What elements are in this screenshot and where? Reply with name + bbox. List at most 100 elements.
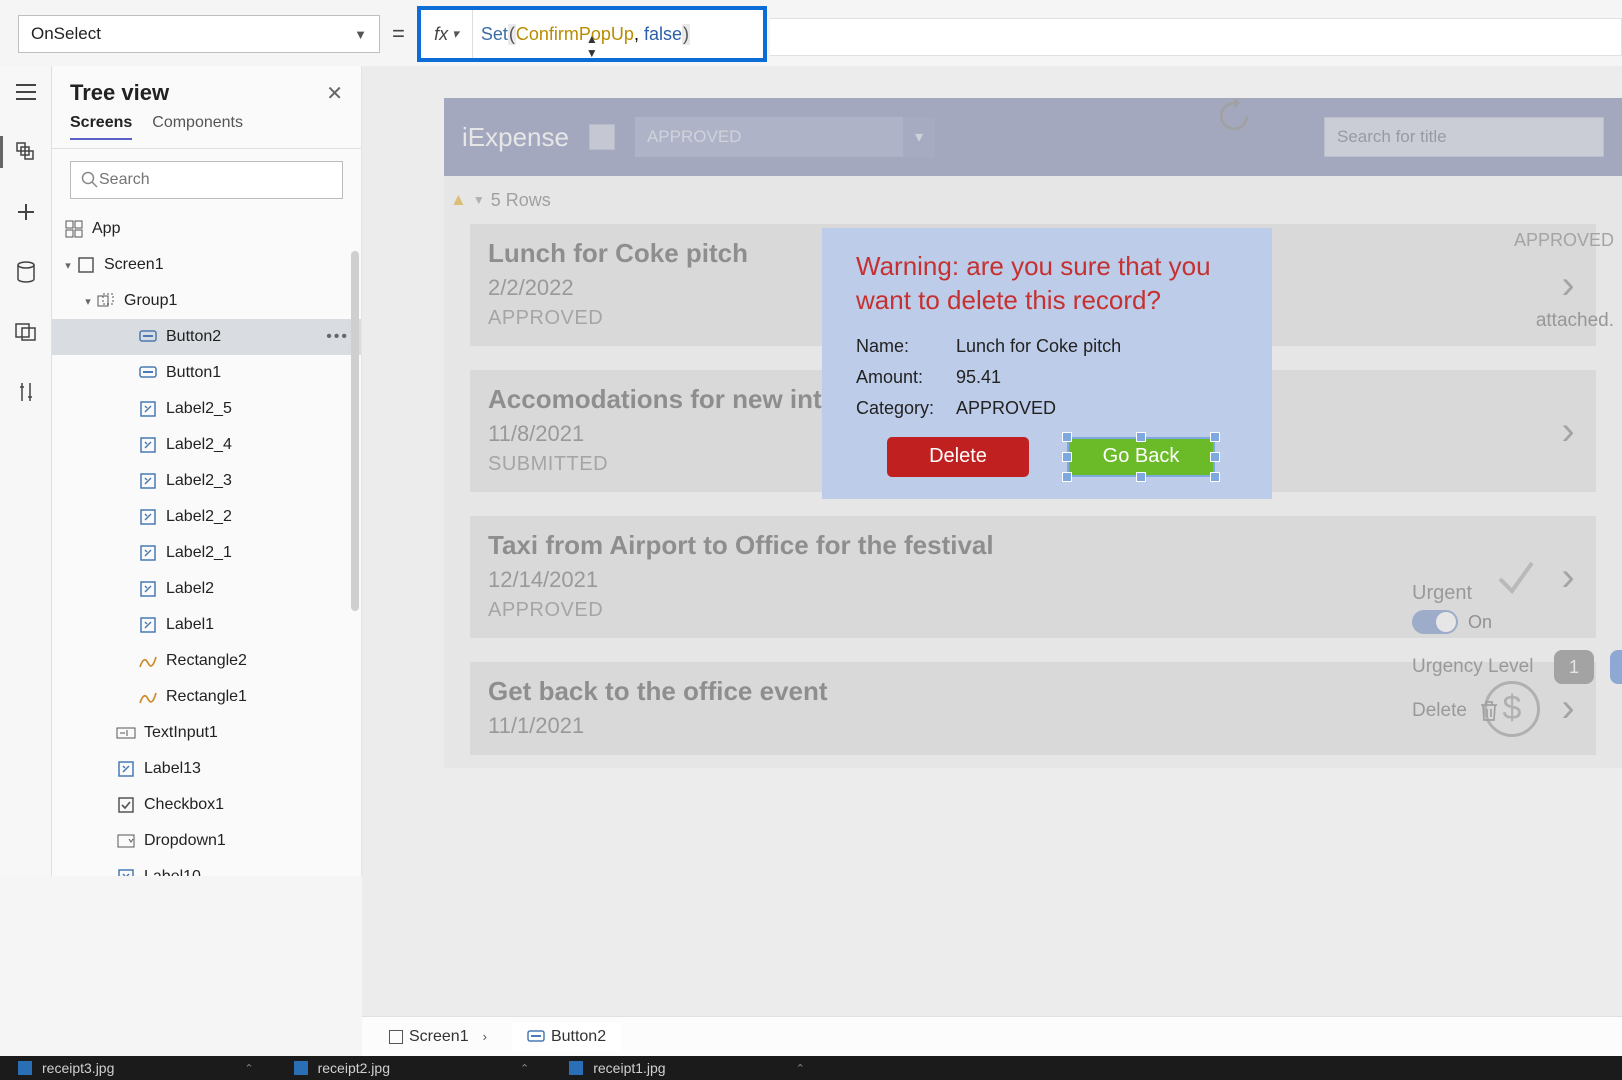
urgency-label: Urgency Level	[1412, 656, 1533, 678]
tab-screens[interactable]: Screens	[70, 114, 132, 140]
tree-item[interactable]: TextInput1	[52, 715, 361, 751]
formula-bar: fx▾ Set(ConfirmPopUp, false) ▲▼	[417, 6, 767, 62]
app-header: iExpense APPROVED ▾ Search for title	[444, 98, 1622, 176]
insert-icon[interactable]	[10, 196, 42, 228]
chevron-down-icon[interactable]: ▾	[60, 259, 76, 272]
app-canvas: iExpense APPROVED ▾ Search for title ▲ ▼…	[444, 98, 1622, 768]
tree-item-group1[interactable]: ▾ Group1	[52, 283, 361, 319]
selection-handle[interactable]	[1136, 472, 1146, 482]
tree-item[interactable]: Checkbox1	[52, 787, 361, 823]
chevron-down-icon: ▼	[354, 27, 367, 42]
tree-item[interactable]: Label2_1	[52, 535, 361, 571]
tree-body: App ▾ Screen1 ▾ Group1 Button2•••Button1…	[52, 211, 361, 876]
close-icon[interactable]: ✕	[326, 81, 343, 106]
status-dropdown[interactable]: APPROVED	[635, 117, 903, 157]
header-checkbox[interactable]	[589, 124, 615, 150]
tree-item[interactable]: Dropdown1	[52, 823, 361, 859]
property-value: OnSelect	[31, 24, 101, 44]
hamburger-icon[interactable]	[10, 76, 42, 108]
checkbox-icon	[116, 795, 136, 815]
tree-view-icon[interactable]	[10, 136, 42, 168]
tree-item[interactable]: Label2	[52, 571, 361, 607]
crumb-screen1[interactable]: Screen1 ›	[374, 1023, 502, 1051]
search-field[interactable]: Search for title	[1324, 117, 1604, 157]
tree-item[interactable]: Label1	[52, 607, 361, 643]
textinput-icon	[116, 723, 136, 743]
taskbar-item[interactable]: receipt2.jpg⌃	[294, 1060, 530, 1076]
tree-item[interactable]: Label10	[52, 859, 361, 876]
urgency-chip-2[interactable]	[1610, 650, 1622, 684]
breadcrumb-bar: Screen1 › Button2	[362, 1016, 1622, 1056]
go-back-selection: Go Back	[1067, 437, 1215, 477]
tree-item[interactable]: Rectangle2	[52, 643, 361, 679]
tree-item-app[interactable]: App	[52, 211, 361, 247]
canvas-area: iExpense APPROVED ▾ Search for title ▲ ▼…	[362, 66, 1622, 1026]
taskbar-item[interactable]: receipt1.jpg⌃	[569, 1060, 805, 1076]
button-icon	[138, 363, 158, 383]
group-icon	[96, 291, 116, 311]
selection-handle[interactable]	[1210, 452, 1220, 462]
selection-handle[interactable]	[1062, 432, 1072, 442]
urgency-value[interactable]: 1	[1554, 650, 1594, 684]
label-icon	[116, 867, 136, 876]
selection-handle[interactable]	[1210, 432, 1220, 442]
selection-handle[interactable]	[1210, 472, 1220, 482]
property-dropdown[interactable]: OnSelect ▼	[18, 15, 380, 53]
equals-sign: =	[392, 21, 405, 47]
chevron-up-icon: ⌃	[520, 1062, 529, 1075]
attached-text: attached.	[1536, 310, 1614, 332]
reload-icon[interactable]	[1216, 98, 1252, 134]
button-icon	[138, 327, 158, 347]
screen-icon	[76, 255, 96, 275]
taskbar-item[interactable]: receipt3.jpg⌃	[18, 1060, 254, 1076]
label-icon	[138, 507, 158, 527]
tree-item[interactable]: Label2_5	[52, 391, 361, 427]
selection-handle[interactable]	[1136, 432, 1146, 442]
popup-amount-value: 95.41	[956, 367, 1246, 388]
delete-row[interactable]: Delete	[1412, 700, 1499, 722]
scrollbar[interactable]	[351, 251, 359, 611]
left-rail	[0, 66, 52, 876]
chevron-down-icon[interactable]: ▾	[80, 295, 96, 308]
resize-handle-icon[interactable]: ▲▼	[586, 32, 598, 60]
dropdown-icon	[116, 831, 136, 851]
go-back-button[interactable]: Go Back	[1067, 437, 1215, 477]
more-icon[interactable]: •••	[326, 328, 349, 346]
search-input[interactable]	[99, 171, 332, 189]
popup-category-label: Category:	[856, 398, 956, 419]
tree-item-screen1[interactable]: ▾ Screen1	[52, 247, 361, 283]
trash-icon	[1479, 700, 1499, 722]
data-icon[interactable]	[10, 256, 42, 288]
tree-item[interactable]: Button1	[52, 355, 361, 391]
tree-item[interactable]: Label2_3	[52, 463, 361, 499]
popup-warning: Warning: are you sure that you want to d…	[856, 250, 1246, 318]
tree-item[interactable]: Button2•••	[52, 319, 361, 355]
app-icon	[64, 219, 84, 239]
chevron-down-icon[interactable]: ▼	[473, 193, 485, 207]
tab-components[interactable]: Components	[152, 114, 243, 140]
chevron-down-icon[interactable]: ▾	[903, 117, 935, 157]
formula-input[interactable]: Set(ConfirmPopUp, false)	[473, 10, 763, 58]
tree-item[interactable]: Label2_2	[52, 499, 361, 535]
tree-item[interactable]: Label2_4	[52, 427, 361, 463]
crumb-button2[interactable]: Button2	[512, 1023, 621, 1051]
button-icon	[527, 1030, 545, 1044]
screen-icon	[389, 1030, 403, 1044]
label-icon	[138, 615, 158, 635]
label-icon	[138, 471, 158, 491]
urgent-toggle[interactable]: On	[1412, 610, 1492, 634]
tools-icon[interactable]	[10, 376, 42, 408]
selection-handle[interactable]	[1062, 472, 1072, 482]
media-icon[interactable]	[10, 316, 42, 348]
file-icon	[18, 1061, 32, 1075]
tree-search[interactable]	[70, 161, 343, 199]
fx-button[interactable]: fx▾	[421, 10, 473, 58]
tree-item[interactable]: Label13	[52, 751, 361, 787]
delete-button[interactable]: Delete	[887, 437, 1029, 477]
tree-panel: Tree view ✕ Screens Components App ▾ Scr…	[52, 66, 362, 876]
selection-handle[interactable]	[1062, 452, 1072, 462]
tree-item[interactable]: Rectangle1	[52, 679, 361, 715]
popup-amount-label: Amount:	[856, 367, 956, 388]
popup-category-value: APPROVED	[956, 398, 1246, 419]
label-icon	[138, 435, 158, 455]
